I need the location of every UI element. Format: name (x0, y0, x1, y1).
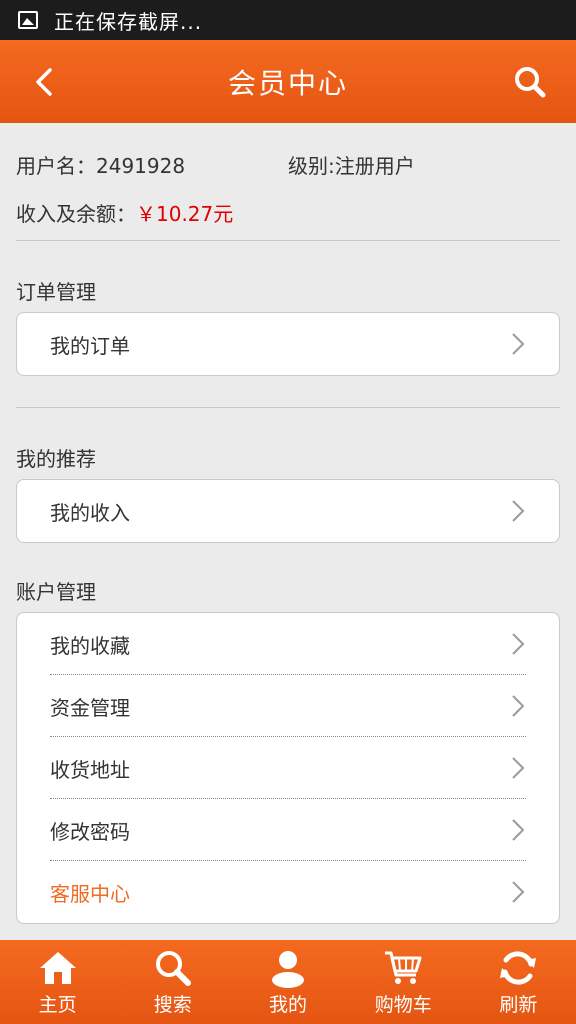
tab-cart[interactable]: 购物车 (346, 940, 461, 1024)
username-field: 用户名：2491928 (16, 153, 186, 178)
chevron-right-icon (512, 819, 525, 841)
user-icon (272, 950, 304, 988)
menu-item-password[interactable]: 修改密码 (17, 799, 559, 861)
level-field: 级别:注册用户 (288, 153, 415, 178)
search-icon[interactable] (510, 62, 550, 102)
orders-card: 我的订单 (16, 312, 560, 376)
section-title-orders: 订单管理 (16, 280, 96, 304)
cart-icon (385, 951, 422, 984)
menu-item-address[interactable]: 收货地址 (17, 737, 559, 799)
tab-home[interactable]: 主页 (0, 940, 115, 1024)
user-info: 用户名：2491928 级别:注册用户 收入及余额： ￥10.27元 (16, 140, 560, 236)
chevron-right-icon (512, 695, 525, 717)
search-icon (155, 950, 191, 986)
tab-mine[interactable]: 我的 (230, 940, 345, 1024)
menu-item-customer-service[interactable]: 客服中心 (17, 861, 559, 923)
divider (16, 407, 560, 408)
app-header: 会员中心 (0, 40, 576, 123)
menu-item-funds[interactable]: 资金管理 (17, 675, 559, 737)
chevron-right-icon (512, 633, 525, 655)
chevron-right-icon (512, 500, 525, 522)
chevron-right-icon (512, 757, 525, 779)
status-text: 正在保存截屏... (54, 9, 203, 34)
status-bar: 正在保存截屏... (0, 0, 576, 40)
tab-search[interactable]: 搜索 (115, 940, 230, 1024)
divider (16, 240, 560, 241)
chevron-right-icon (512, 333, 525, 355)
menu-item-my-income[interactable]: 我的收入 (17, 480, 559, 542)
bottom-tab-bar: 主页 搜索 我的 购物车 刷新 (0, 940, 576, 1024)
page-title: 会员中心 (227, 66, 348, 100)
menu-item-my-orders[interactable]: 我的订单 (17, 313, 559, 375)
back-arrow-icon[interactable] (26, 62, 66, 102)
tab-refresh[interactable]: 刷新 (461, 940, 576, 1024)
chevron-right-icon (512, 881, 525, 903)
account-card: 我的收藏 资金管理 收货地址 修改密码 客服中心 (16, 612, 560, 924)
refresh-icon (500, 950, 537, 985)
balance-label: 收入及余额： (16, 201, 136, 226)
section-title-account: 账户管理 (16, 580, 96, 604)
home-icon (39, 951, 76, 984)
menu-item-favorites[interactable]: 我的收藏 (17, 613, 559, 675)
image-icon (18, 11, 38, 29)
section-title-recommend: 我的推荐 (16, 447, 96, 471)
balance-value: ￥10.27元 (136, 201, 234, 226)
recommend-card: 我的收入 (16, 479, 560, 543)
